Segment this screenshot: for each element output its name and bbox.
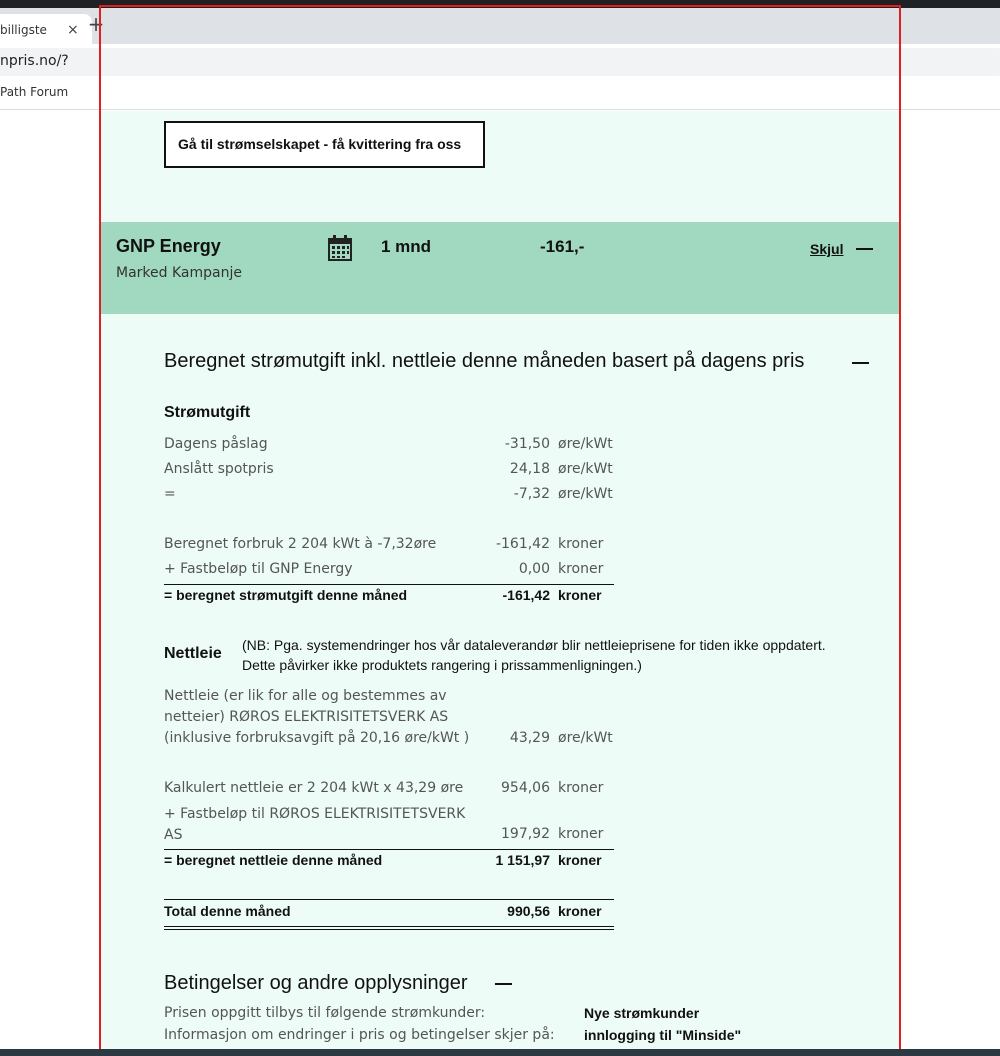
product-name: Marked Kampanje [116,265,242,281]
url-field[interactable]: npris.no/? [0,48,1000,76]
browser-tab[interactable]: billigste × [0,14,92,44]
terms-heading: Betingelser og andre opplysninger [164,972,468,994]
page-content: Gå til strømselskapet - få kvittering fr… [101,111,899,1056]
close-icon[interactable]: × [67,22,79,38]
new-tab-button[interactable]: + [86,12,106,36]
terms-row-value: Nye strømkunder [584,1005,700,1021]
provider-price: -161,- [540,237,585,256]
power-total-row: = beregnet strømutgift denne måned -161,4… [164,587,602,603]
bookmark-item[interactable]: Path Forum [0,85,68,99]
grid-fee-note: (NB: Pga. systemendringer hos vår datale… [242,637,826,673]
receipt-button[interactable]: Gå til strømselskapet - få kvittering fr… [164,121,485,168]
divider [164,899,614,900]
collapse-estimate-icon[interactable] [852,362,869,364]
terms-row-label: Informasjon om endringer i pris og betin… [164,1027,555,1043]
provider-name: GNP Energy [116,236,221,256]
grand-total-row: Total denne måned 990,56 kroner [164,903,602,919]
terms-row-label: Prisen oppgitt tilbys til følgende strøm… [164,1005,486,1021]
hide-details-link[interactable]: Skjul [810,241,843,257]
grid-calc-row: Kalkulert nettleie er 2 204 kWt x 43,29 … [164,780,604,796]
divider [164,584,614,585]
power-row: + Fastbeløp til GNP Energy 0,00 kroner [164,561,604,577]
taskbar [0,1049,1000,1056]
power-cost-heading: Strømutgift [164,404,251,421]
power-row: = -7,32 øre/kWt [164,486,613,502]
bookmarks-bar: Path Forum [0,78,1000,110]
grid-fixed-value: 197,92 kroner [501,826,604,842]
tab-strip: billigste × + [0,8,1000,44]
grid-fee-heading: Nettleie [164,645,222,662]
browser-frame [0,0,1000,8]
tab-title: billigste [0,23,47,37]
power-row: Anslått spotpris 24,18 øre/kWt [164,461,613,477]
collapse-icon[interactable] [856,248,873,250]
collapse-terms-icon[interactable] [495,983,512,985]
address-bar: npris.no/? [0,44,1000,78]
calendar-icon [328,235,352,261]
estimate-heading: Beregnet strømutgift inkl. nettleie denn… [164,350,805,372]
provider-header[interactable]: GNP Energy Marked Kampanje 1 mnd -161,- … [101,222,899,314]
power-row: Dagens påslag -31,50 øre/kWt [164,436,613,452]
divider [164,929,614,930]
power-row: Beregnet forbruk 2 204 kWt à -7,32øre -16… [164,536,604,552]
grid-total-row: = beregnet nettleie denne måned 1 151,97 k… [164,852,602,868]
terms-row-value: innlogging til "Minside" [584,1027,742,1043]
divider [164,926,614,927]
divider [164,849,614,850]
contract-period: 1 mnd [381,237,432,256]
grid-fee-rate: 43,29 øre/kWt [509,730,613,746]
